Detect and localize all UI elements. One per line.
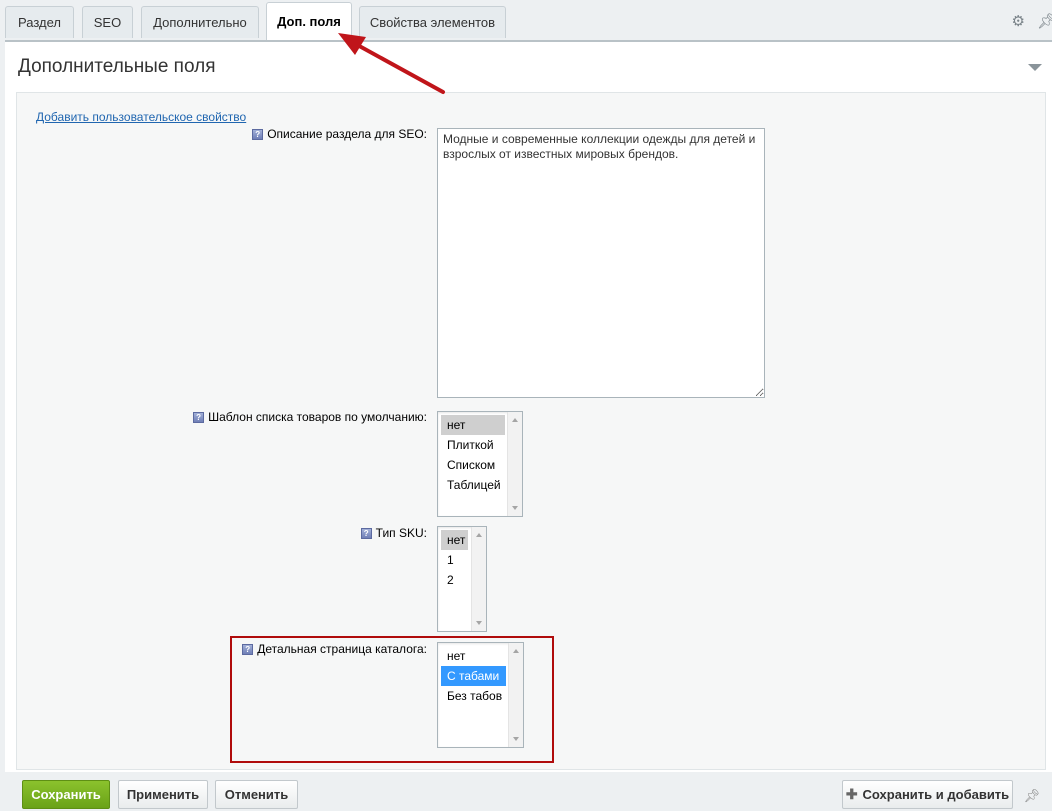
collapse-icon[interactable]	[1028, 64, 1042, 71]
save-button[interactable]: Сохранить	[22, 780, 110, 809]
pin-icon[interactable]: 📌︎	[1023, 788, 1040, 804]
list-template-option[interactable]: Плиткой	[441, 435, 505, 455]
plus-icon: ✚	[845, 786, 858, 802]
sku-type-label-text: Тип SKU:	[375, 526, 427, 540]
tab-bar: Раздел SEO Дополнительно Доп. поля Свойс…	[0, 0, 1052, 40]
pin-icon[interactable]: 📌︎	[1037, 12, 1052, 30]
help-icon[interactable]: ?	[252, 128, 264, 140]
tab-element-properties[interactable]: Свойства элементов	[359, 6, 506, 38]
add-custom-property-link[interactable]: Добавить пользовательское свойство	[36, 110, 246, 124]
catalog-detail-scrollbar[interactable]	[508, 643, 523, 747]
main-panel: Дополнительные поля Добавить пользовател…	[5, 40, 1052, 772]
seo-description-label: ? Описание раздела для SEO:	[252, 127, 427, 141]
fields-area: Добавить пользовательское свойство ? Опи…	[16, 92, 1046, 770]
tab-extra-fields[interactable]: Доп. поля	[266, 2, 352, 40]
sku-type-option[interactable]: нет	[441, 530, 468, 550]
list-template-option[interactable]: нет	[441, 415, 505, 435]
sku-type-option[interactable]: 1	[441, 550, 468, 570]
seo-description-label-text: Описание раздела для SEO:	[267, 127, 427, 141]
list-template-label-text: Шаблон списка товаров по умолчанию:	[208, 410, 427, 424]
catalog-detail-option[interactable]: Без табов	[441, 686, 506, 706]
gear-icon[interactable]: ⚙	[1012, 12, 1025, 30]
sku-type-select[interactable]: нет 1 2	[437, 526, 487, 632]
section-title: Дополнительные поля	[18, 56, 216, 77]
catalog-detail-label-text: Детальная страница каталога:	[257, 642, 427, 656]
cancel-button[interactable]: Отменить	[215, 780, 298, 809]
sku-type-scrollbar[interactable]	[471, 527, 486, 631]
tab-bar-icons: ⚙ 📌︎	[1012, 12, 1052, 30]
catalog-detail-label: ? Детальная страница каталога:	[242, 642, 427, 656]
list-template-scrollbar[interactable]	[507, 412, 522, 516]
apply-button[interactable]: Применить	[118, 780, 208, 809]
tab-seo[interactable]: SEO	[82, 6, 133, 38]
list-template-option[interactable]: Таблицей	[441, 475, 505, 495]
sku-type-label: ? Тип SKU:	[360, 526, 427, 540]
help-icon[interactable]: ?	[360, 527, 372, 539]
tab-additional[interactable]: Дополнительно	[141, 6, 259, 38]
footer-bar: Сохранить Применить Отменить ✚ Сохранить…	[0, 772, 1052, 811]
catalog-detail-select[interactable]: нет С табами Без табов	[437, 642, 524, 748]
save-and-add-label: Сохранить и добавить	[862, 787, 1010, 802]
list-template-label: ? Шаблон списка товаров по умолчанию:	[193, 410, 427, 424]
help-icon[interactable]: ?	[242, 643, 254, 655]
catalog-detail-option[interactable]: нет	[441, 646, 506, 666]
help-icon[interactable]: ?	[193, 411, 205, 423]
list-template-select[interactable]: нет Плиткой Списком Таблицей	[437, 411, 523, 517]
list-template-option[interactable]: Списком	[441, 455, 505, 475]
tab-section[interactable]: Раздел	[5, 6, 74, 38]
save-and-add-button[interactable]: ✚ Сохранить и добавить	[842, 780, 1013, 809]
catalog-detail-option[interactable]: С табами	[441, 666, 506, 686]
sku-type-option[interactable]: 2	[441, 570, 468, 590]
seo-description-textarea[interactable]: Модные и современные коллекции одежды дл…	[437, 128, 765, 398]
